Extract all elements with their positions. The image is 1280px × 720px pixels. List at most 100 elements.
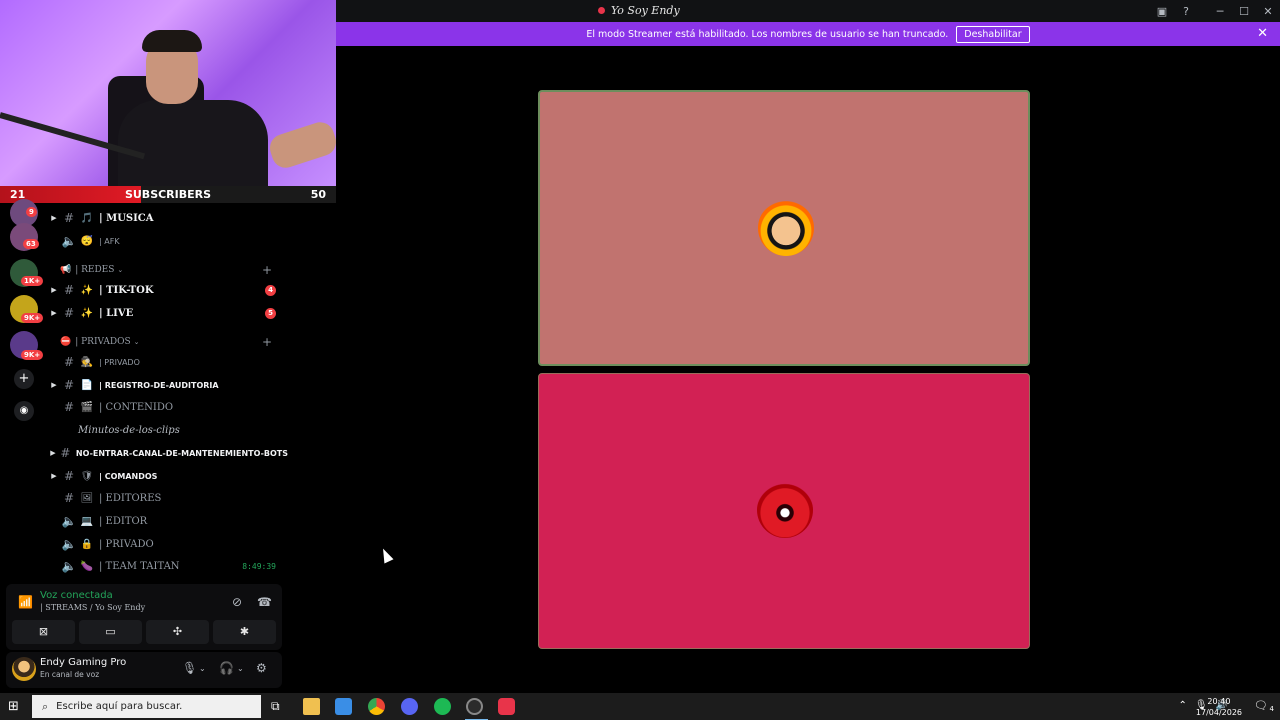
chevron-down-icon: ⌄: [117, 266, 124, 274]
minimize-icon[interactable]: ─: [1208, 5, 1232, 18]
noise-suppression-icon[interactable]: ⊘: [232, 595, 242, 609]
file-explorer-icon[interactable]: [303, 698, 320, 715]
add-server-icon[interactable]: +: [14, 369, 34, 389]
participant-tile[interactable]: [538, 373, 1030, 649]
username[interactable]: Endy Gaming Pro: [40, 657, 126, 668]
channel-emoji-icon: 🍆: [80, 560, 94, 572]
tiktok-live-icon[interactable]: [498, 698, 515, 715]
notification-icon[interactable]: 🗨: [1254, 699, 1268, 712]
channel-contenido[interactable]: # 🎬 | CONTENIDO: [48, 396, 288, 418]
clock-time: 20:40: [1207, 697, 1231, 706]
task-view-icon[interactable]: ⧉: [271, 699, 280, 714]
store-icon[interactable]: [335, 698, 352, 715]
disconnect-icon[interactable]: ☎: [257, 595, 272, 609]
server-badge: 9: [26, 207, 37, 217]
voice-channel-privado[interactable]: 🔈 🔒 | PRIVADO: [48, 533, 288, 555]
gear-icon[interactable]: ⚙: [256, 661, 267, 675]
voice-status[interactable]: Voz conectada: [40, 590, 113, 601]
voice-channel-team-taitan[interactable]: 🔈 🍆 | TEAM TAITAN 8:49:39: [48, 555, 288, 577]
spotify-icon[interactable]: [434, 698, 451, 715]
discord-window: Yo Soy Endy ▣ ? ─ ☐ ✕ El modo Streamer e…: [0, 0, 1280, 720]
soundboard-icon[interactable]: ✱: [213, 620, 276, 644]
avatar[interactable]: [12, 657, 36, 681]
category-privados[interactable]: ⛔ | PRIVADOS ⌄ +: [60, 334, 284, 350]
mention-badge: 4: [265, 284, 276, 296]
chevron-down-icon[interactable]: ⌄: [199, 664, 206, 673]
inbox-icon[interactable]: ▣: [1150, 5, 1174, 18]
signal-icon[interactable]: 📶: [18, 595, 33, 609]
channel-emoji-icon: ✨: [80, 284, 94, 296]
voice-channel-name[interactable]: | STREAMS / Yo Soy Endy: [40, 603, 145, 612]
voice-timer: 8:49:39: [242, 561, 276, 571]
speaker-icon: 🔈: [61, 559, 77, 573]
voice-channel-editor[interactable]: 🔈 💻 | EDITOR: [48, 510, 288, 532]
channel-emoji-icon: 🎬: [80, 401, 94, 413]
channel-emoji-icon: ✨: [80, 307, 94, 319]
taskbar: ⊞ ⌕ Escribe aquí para buscar. ⧉ ⌃ 🎙 🔊 20…: [0, 693, 1280, 720]
add-channel-icon[interactable]: +: [262, 335, 272, 349]
mouse-cursor: [378, 546, 394, 564]
speaker-icon: 🔈: [61, 537, 77, 551]
channel-list: ▶ # 🎵 | MUSICA 🔈 😴 | AFK 📢 | REDES ⌄ + ▶…: [48, 203, 288, 583]
window-title-text: Yo Soy Endy: [611, 4, 680, 17]
server-badge: 9K+: [21, 350, 44, 360]
channel-label: | PRIVADO: [99, 538, 154, 550]
expand-arrow-icon: ▶: [51, 309, 57, 317]
channel-label: | AFK: [99, 236, 120, 246]
speaker-icon: 🔈: [61, 234, 77, 248]
camera-off-icon[interactable]: ⊠: [12, 620, 75, 644]
thread-minutos-de-los-clips[interactable]: Minutos-de-los-clips: [48, 419, 288, 441]
title-bar: Yo Soy Endy ▣ ? ─ ☐ ✕: [336, 0, 1280, 22]
participant-avatar: [758, 200, 814, 256]
channel-comandos[interactable]: ▶ # 🛡 | COMANDOS: [48, 465, 288, 487]
activities-icon[interactable]: ✣: [146, 620, 209, 644]
maximize-icon[interactable]: ☐: [1232, 5, 1256, 18]
speaker-icon: 🔈: [61, 514, 77, 528]
channel-label: | EDITORES: [99, 492, 162, 504]
add-channel-icon[interactable]: +: [262, 263, 272, 277]
windows-start-icon[interactable]: ⊞: [8, 699, 19, 714]
channel-label: | REGISTRO-DE-AUDITORIA: [99, 380, 219, 390]
category-label: | REDES: [75, 265, 115, 275]
channel-privado-text[interactable]: # 🕵 | PRIVADO: [48, 351, 288, 373]
mention-badge: 5: [265, 307, 276, 319]
channel-afk[interactable]: 🔈 😴 | AFK: [48, 230, 288, 252]
expand-arrow-icon: ▶: [51, 381, 57, 389]
sub-label: SUBSCRIBERS: [124, 188, 212, 201]
discord-taskbar-icon[interactable]: [401, 698, 418, 715]
category-redes[interactable]: 📢 | REDES ⌄ +: [60, 262, 284, 278]
obs-icon[interactable]: [465, 698, 488, 720]
participant-tile[interactable]: [538, 90, 1030, 366]
channel-label: | PRIVADO: [99, 357, 140, 367]
headphones-icon[interactable]: 🎧: [219, 661, 234, 675]
channel-registro-de-auditoria[interactable]: ▶ # 📄 | REGISTRO-DE-AUDITORIA: [48, 374, 288, 396]
channel-musica[interactable]: ▶ # 🎵 | MUSICA: [48, 207, 288, 229]
channel-emoji-icon: 🔒: [80, 538, 94, 550]
channel-label: | CONTENIDO: [99, 401, 174, 413]
channel-no-entrar-mantenimiento[interactable]: ▶ # NO-ENTRAR-CANAL-DE-MANTENEMIENTO-BOT…: [48, 442, 288, 464]
channel-tik-tok[interactable]: ▶ # ✨ | TIK-TOK 4: [48, 279, 288, 301]
text-channel-icon: #: [63, 469, 75, 483]
chevron-up-icon[interactable]: ⌃: [1178, 700, 1186, 711]
text-channel-icon: #: [63, 378, 75, 392]
user-status: En canal de voz: [40, 670, 100, 679]
text-channel-icon: #: [60, 446, 71, 460]
channel-label: | EDITOR: [99, 515, 148, 527]
channel-live[interactable]: ▶ # ✨ | LIVE 5: [48, 302, 288, 324]
channel-emoji-icon: 💻: [80, 515, 94, 527]
microphone-icon[interactable]: 🎙: [182, 661, 197, 675]
category-label: | PRIVADOS: [75, 337, 131, 347]
banner-close-icon[interactable]: ✕: [1257, 26, 1268, 41]
screen-share-icon[interactable]: ▭: [79, 620, 142, 644]
close-icon[interactable]: ✕: [1256, 5, 1280, 18]
disable-streamer-button[interactable]: Deshabilitar: [956, 25, 1030, 43]
help-icon[interactable]: ?: [1174, 5, 1198, 18]
taskbar-search[interactable]: ⌕ Escribe aquí para buscar.: [32, 695, 261, 718]
channel-label: | LIVE: [99, 307, 134, 319]
chevron-down-icon[interactable]: ⌄: [237, 664, 244, 673]
chrome-icon[interactable]: [368, 698, 385, 715]
clock[interactable]: 20:40 17/04/2026: [1196, 696, 1242, 718]
channel-editores[interactable]: # 🖼 | EDITORES: [48, 487, 288, 509]
server-badge: 63: [23, 239, 39, 249]
explore-icon[interactable]: ◉: [14, 401, 34, 421]
